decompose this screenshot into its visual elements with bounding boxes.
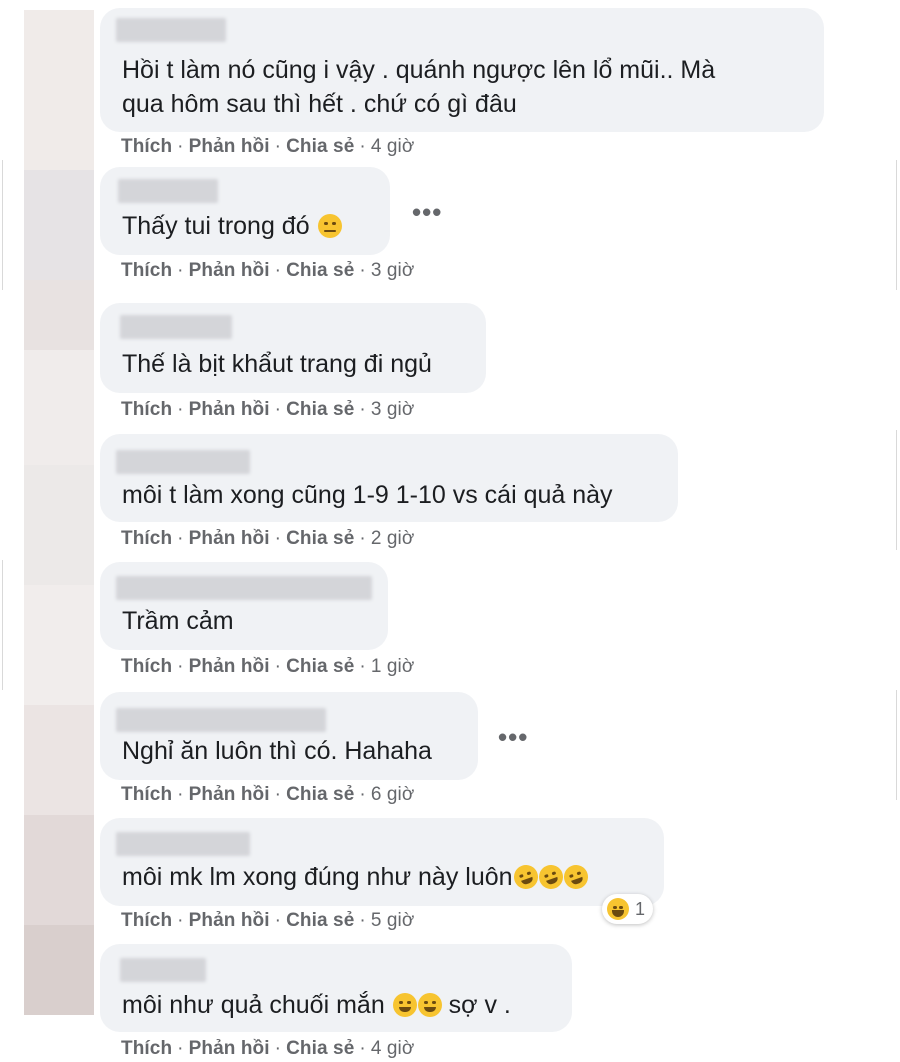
comment-6: Nghỉ ăn luôn thì có. Hahaha ••• Thích · Ph… xyxy=(100,692,527,805)
author-name-blurred[interactable] xyxy=(116,832,250,856)
timestamp[interactable]: 5 giờ xyxy=(371,910,415,931)
rolling-on-floor-laughing-icon xyxy=(535,861,566,893)
like-button[interactable]: Thích xyxy=(121,656,172,677)
comment-4: môi t làm xong cũng 1-9 1-10 vs cái quả … xyxy=(100,434,678,549)
avatar-column xyxy=(24,10,94,1015)
comment-bubble: Thấy tui trong đó xyxy=(100,167,390,255)
comment-bubble: Hồi t làm nó cũng i vậy . quánh ngược lê… xyxy=(100,8,824,132)
reply-button[interactable]: Phản hồi xyxy=(189,136,270,157)
comment-text: môi t làm xong cũng 1-9 1-10 vs cái quả … xyxy=(122,481,613,509)
reply-button[interactable]: Phản hồi xyxy=(189,260,270,281)
comment-actions: Thích · Phản hồi · Chia sẻ · 2 giờ xyxy=(121,528,415,549)
timestamp[interactable]: 1 giờ xyxy=(371,656,415,677)
author-name-blurred[interactable] xyxy=(116,450,250,474)
timestamp[interactable]: 3 giờ xyxy=(371,399,415,420)
timestamp[interactable]: 3 giờ xyxy=(371,260,415,281)
reaction-badge[interactable]: 1 xyxy=(602,894,654,924)
like-button[interactable]: Thích xyxy=(121,528,172,549)
haha-reaction-icon xyxy=(607,898,629,920)
share-button[interactable]: Chia sẻ xyxy=(286,1038,354,1059)
grinning-sweat-face-icon xyxy=(392,993,417,1017)
rolling-on-floor-laughing-icon xyxy=(560,861,591,893)
share-button[interactable]: Chia sẻ xyxy=(286,260,354,281)
grinning-sweat-face-icon xyxy=(417,993,442,1017)
comment-bubble: Nghỉ ăn luôn thì có. Hahaha xyxy=(100,692,478,780)
comment-7: môi mk lm xong đúng như này luôn 1 Thích… xyxy=(100,818,664,931)
share-button[interactable]: Chia sẻ xyxy=(286,910,354,931)
comment-text: môi như quả chuối mắn sợ v . xyxy=(122,991,511,1019)
comment-actions: Thích · Phản hồi · Chia sẻ · 5 giờ xyxy=(121,910,415,931)
like-button[interactable]: Thích xyxy=(121,910,172,931)
share-button[interactable]: Chia sẻ xyxy=(286,784,354,805)
like-button[interactable]: Thích xyxy=(121,399,172,420)
comment-text: môi mk lm xong đúng như này luôn xyxy=(122,860,591,894)
reply-button[interactable]: Phản hồi xyxy=(189,1038,270,1059)
comment-bubble: môi mk lm xong đúng như này luôn xyxy=(100,818,664,906)
comment-actions: Thích · Phản hồi · Chia sẻ · 6 giờ xyxy=(121,784,415,805)
comment-text: Trầm cảm xyxy=(122,607,234,635)
reply-button[interactable]: Phản hồi xyxy=(189,910,270,931)
share-button[interactable]: Chia sẻ xyxy=(286,399,354,420)
reply-button[interactable]: Phản hồi xyxy=(189,528,270,549)
timestamp[interactable]: 2 giờ xyxy=(371,528,415,549)
share-button[interactable]: Chia sẻ xyxy=(286,528,354,549)
author-name-blurred[interactable] xyxy=(118,179,218,203)
share-button[interactable]: Chia sẻ xyxy=(286,656,354,677)
comment-text: Thế là bịt khẩut trang đi ngủ xyxy=(122,350,432,378)
comment-text: Hồi t làm nó cũng i vậy . quánh ngược lê… xyxy=(122,56,716,84)
comment-actions: Thích · Phản hồi · Chia sẻ · 4 giờ xyxy=(121,1038,415,1059)
like-button[interactable]: Thích xyxy=(121,136,172,157)
more-options-button[interactable]: ••• xyxy=(412,199,442,225)
comment-1: Hồi t làm nó cũng i vậy . quánh ngược lê… xyxy=(100,8,824,157)
timestamp[interactable]: 4 giờ xyxy=(371,1038,415,1059)
reply-button[interactable]: Phản hồi xyxy=(189,784,270,805)
share-button[interactable]: Chia sẻ xyxy=(286,136,354,157)
comment-5: Trầm cảm Thích · Phản hồi · Chia sẻ · 1 giờ xyxy=(100,562,414,677)
author-name-blurred[interactable] xyxy=(116,576,372,600)
reply-button[interactable]: Phản hồi xyxy=(189,399,270,420)
like-button[interactable]: Thích xyxy=(121,784,172,805)
more-options-button[interactable]: ••• xyxy=(498,724,528,750)
timestamp[interactable]: 6 giờ xyxy=(371,784,415,805)
comment-bubble: môi t làm xong cũng 1-9 1-10 vs cái quả … xyxy=(100,434,678,522)
comment-actions: Thích · Phản hồi · Chia sẻ · 3 giờ xyxy=(121,260,415,281)
comment-bubble: môi như quả chuối mắn sợ v . xyxy=(100,944,572,1032)
comment-8: môi như quả chuối mắn sợ v . Thích · Phản … xyxy=(100,944,572,1059)
comment-2: Thấy tui trong đó ••• Thích · Phản hồi · Chi… xyxy=(100,167,441,281)
author-name-blurred[interactable] xyxy=(120,958,206,982)
author-name-blurred[interactable] xyxy=(120,315,232,339)
comment-bubble: Thế là bịt khẩut trang đi ngủ xyxy=(100,303,486,393)
rolling-on-floor-laughing-icon xyxy=(510,861,541,893)
comment-actions: Thích · Phản hồi · Chia sẻ · 1 giờ xyxy=(121,656,415,677)
reaction-count: 1 xyxy=(635,898,646,919)
like-button[interactable]: Thích xyxy=(121,260,172,281)
comment-actions: Thích · Phản hồi · Chia sẻ · 3 giờ xyxy=(121,399,415,420)
timestamp[interactable]: 4 giờ xyxy=(371,136,415,157)
reply-button[interactable]: Phản hồi xyxy=(189,656,270,677)
edge-divider xyxy=(896,690,897,800)
comment-text: Nghỉ ăn luôn thì có. Hahaha xyxy=(122,737,432,765)
edge-divider xyxy=(896,160,897,290)
author-name-blurred[interactable] xyxy=(116,18,226,42)
comment-3: Thế là bịt khẩut trang đi ngủ Thích · Phản… xyxy=(100,303,486,420)
comment-text: Thấy tui trong đó xyxy=(122,209,342,243)
edge-divider xyxy=(2,560,3,690)
comment-actions: Thích · Phản hồi · Chia sẻ · 4 giờ xyxy=(121,136,415,157)
author-name-blurred[interactable] xyxy=(116,708,326,732)
relieved-face-icon xyxy=(317,214,342,238)
comment-text: qua hôm sau thì hết . chứ có gì đâu xyxy=(122,90,517,118)
like-button[interactable]: Thích xyxy=(121,1038,172,1059)
edge-divider xyxy=(2,160,3,290)
edge-divider xyxy=(896,430,897,550)
comment-bubble: Trầm cảm xyxy=(100,562,388,650)
